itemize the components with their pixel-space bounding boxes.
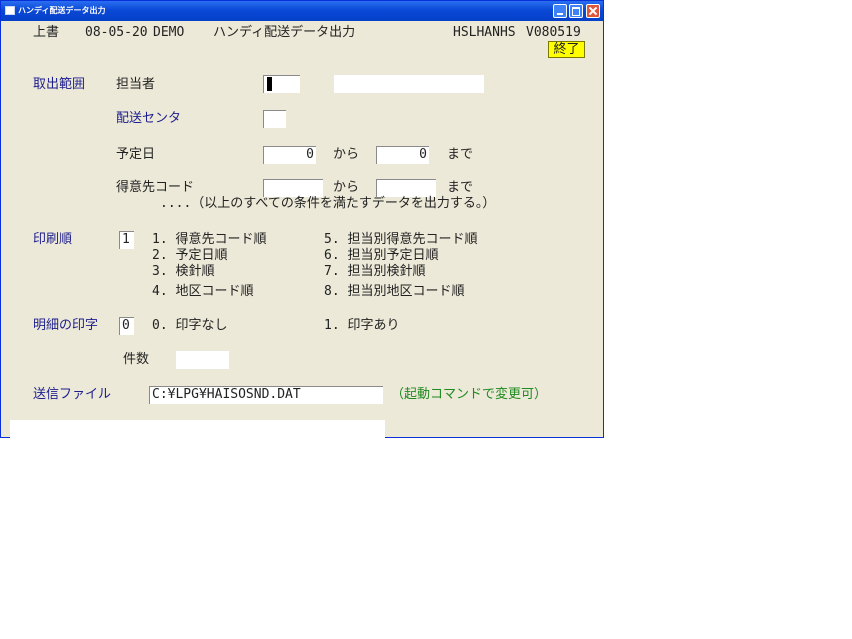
count-display bbox=[176, 351, 229, 369]
print-order-option: 2. 予定日順 bbox=[152, 248, 228, 263]
send-file-label: 送信ファイル bbox=[33, 387, 112, 402]
app-icon bbox=[5, 6, 15, 15]
mode-indicator: 上書 bbox=[33, 25, 60, 40]
app-window: ハンディ配送データ出力 上書 08-05-20 DEMO ハンディ配送データ出力… bbox=[0, 0, 604, 438]
staff-label: 担当者 bbox=[116, 77, 156, 92]
screen-title: ハンディ配送データ出力 bbox=[213, 25, 356, 40]
print-order-label: 印刷順 bbox=[33, 232, 73, 247]
detail-print-option-1: 1. 印字あり bbox=[324, 318, 400, 333]
center-field[interactable] bbox=[263, 110, 286, 128]
customer-to-word: まで bbox=[447, 180, 474, 195]
print-order-option: 1. 得意先コード順 bbox=[152, 232, 267, 247]
customer-to-field[interactable] bbox=[376, 179, 436, 197]
range-section-label: 取出範囲 bbox=[33, 77, 86, 92]
range-note: ....（以上のすべての条件を満たすデータを出力する。） bbox=[160, 196, 496, 211]
status-bar bbox=[10, 420, 385, 438]
print-order-option: 4. 地区コード順 bbox=[152, 284, 254, 299]
customer-label: 得意先コード bbox=[116, 180, 195, 195]
print-order-option: 5. 担当別得意先コード順 bbox=[324, 232, 478, 247]
window-title: ハンディ配送データ出力 bbox=[18, 6, 106, 15]
print-order-option: 8. 担当別地区コード順 bbox=[324, 284, 465, 299]
detail-print-label: 明細の印字 bbox=[33, 318, 99, 333]
send-file-hint: （起動コマンドで変更可） bbox=[391, 387, 548, 402]
date-from-field[interactable]: 0 bbox=[263, 146, 316, 164]
header-user: DEMO bbox=[153, 25, 185, 40]
detail-print-field[interactable]: 0 bbox=[119, 317, 134, 335]
print-order-field[interactable]: 1 bbox=[119, 231, 134, 249]
center-label: 配送センタ bbox=[116, 111, 182, 126]
date-label: 予定日 bbox=[116, 147, 156, 162]
customer-from-word: から bbox=[333, 180, 360, 195]
date-from-word: から bbox=[333, 147, 360, 162]
version-label: V080519 bbox=[526, 25, 581, 40]
print-order-option: 6. 担当別予定日順 bbox=[324, 248, 439, 263]
title-bar[interactable]: ハンディ配送データ出力 bbox=[1, 1, 603, 21]
header-date: 08-05-20 bbox=[85, 25, 148, 40]
text-cursor bbox=[267, 77, 272, 91]
date-to-field[interactable]: 0 bbox=[376, 146, 429, 164]
print-order-option: 3. 検針順 bbox=[152, 264, 215, 279]
staff-name-display bbox=[334, 75, 484, 93]
date-to-word: まで bbox=[447, 147, 474, 162]
send-file-field[interactable]: C:¥LPG¥HAISOSND.DAT bbox=[149, 386, 383, 404]
count-label: 件数 bbox=[123, 352, 150, 367]
detail-print-option-0: 0. 印字なし bbox=[152, 318, 228, 333]
maximize-button[interactable] bbox=[569, 4, 583, 18]
program-id: HSLHANHS bbox=[453, 25, 516, 40]
customer-from-field[interactable] bbox=[263, 179, 323, 197]
exit-button[interactable]: 終了 bbox=[548, 41, 585, 58]
close-button[interactable] bbox=[586, 4, 600, 18]
minimize-button[interactable] bbox=[553, 4, 567, 18]
print-order-option: 7. 担当別検針順 bbox=[324, 264, 426, 279]
